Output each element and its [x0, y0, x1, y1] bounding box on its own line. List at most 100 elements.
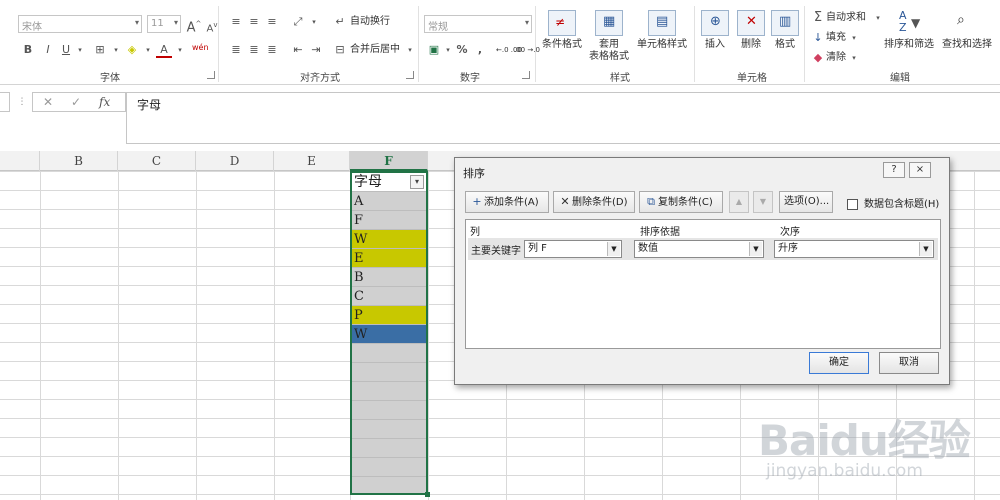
cell-f-empty[interactable] — [352, 458, 426, 477]
align-left-icon[interactable]: ≣ — [228, 42, 244, 58]
font-color-button[interactable]: A — [156, 42, 172, 58]
cell-f-value[interactable]: P — [352, 306, 426, 325]
chevron-down-icon[interactable]: ▾ — [72, 42, 88, 58]
fill-color-icon[interactable]: ◈ — [124, 42, 140, 58]
cell-f-empty[interactable] — [352, 401, 426, 420]
align-bottom-icon[interactable]: ≡ — [264, 14, 280, 30]
enter-icon[interactable]: ✓ — [71, 95, 81, 109]
cell-f-empty[interactable] — [352, 477, 426, 496]
move-up-button[interactable]: ▲ — [729, 191, 749, 213]
column-header-e[interactable]: E — [274, 151, 350, 171]
font-name-combo[interactable]: 宋体 ▾ — [18, 15, 142, 33]
format-cells-button[interactable]: ▥ 格式 — [770, 10, 800, 51]
cell-f-value[interactable]: B — [352, 268, 426, 287]
delete-cells-button[interactable]: ✕ 删除 — [734, 10, 768, 51]
cell-f-empty[interactable] — [352, 344, 426, 363]
merge-center-button[interactable]: 合并后居中 — [350, 42, 400, 58]
alignment-launcher-icon[interactable] — [406, 71, 414, 79]
column-header-c[interactable]: C — [118, 151, 196, 171]
conditional-format-button[interactable]: ≠ 条件格式 — [540, 10, 584, 51]
name-box[interactable] — [0, 92, 10, 112]
delete-level-button[interactable]: ✕ 删除条件(D) — [553, 191, 635, 213]
has-headers-checkbox[interactable]: 数据包含标题(H) — [847, 195, 939, 210]
chevron-down-icon[interactable]: ▾ — [846, 50, 862, 66]
move-down-button[interactable]: ▼ — [753, 191, 773, 213]
number-group-label: 数字 — [460, 73, 480, 84]
chevron-down-icon[interactable]: ▾ — [108, 42, 124, 58]
column-header-f[interactable]: F — [350, 151, 428, 171]
filter-dropdown-icon[interactable]: ▾ — [410, 175, 424, 189]
increase-decimal-button[interactable]: ←.0 .00 — [496, 42, 522, 58]
number-launcher-icon[interactable] — [522, 71, 530, 79]
borders-icon[interactable]: ⊞ — [92, 42, 108, 58]
sort-filter-button[interactable]: A Z ▼ 排序和筛选 — [882, 10, 936, 51]
close-button[interactable]: × — [909, 162, 931, 178]
help-button[interactable]: ? — [883, 162, 905, 178]
cancel-button[interactable]: 取消 — [879, 352, 939, 374]
cell-f-empty[interactable] — [352, 363, 426, 382]
column-header-b[interactable]: B — [40, 151, 118, 171]
wrap-text-button[interactable]: 自动换行 — [350, 14, 390, 30]
cell-f-value[interactable]: F — [352, 211, 426, 230]
align-center-icon[interactable]: ≣ — [246, 42, 262, 58]
align-middle-icon[interactable]: ≡ — [246, 14, 262, 30]
ok-button[interactable]: 确定 — [809, 352, 869, 374]
find-select-button[interactable]: ⌕ 查找和选择 — [936, 10, 998, 51]
options-button[interactable]: 选项(O)... — [779, 191, 833, 213]
bold-button[interactable]: B — [20, 42, 36, 58]
chevron-down-icon[interactable]: ▾ — [306, 14, 322, 30]
selected-column-f[interactable]: 字母 ▾ A F W E B C P W — [350, 171, 428, 495]
add-level-button[interactable]: + 添加条件(A) — [465, 191, 549, 213]
cell-f-empty[interactable] — [352, 382, 426, 401]
format-as-table-button[interactable]: ▦ 套用 表格格式 — [586, 10, 632, 63]
cell-f-value[interactable]: E — [352, 249, 426, 268]
fill-button[interactable]: 填充 — [826, 30, 846, 46]
cell-f-value[interactable]: A — [352, 192, 426, 211]
cell-styles-button[interactable]: ▤ 单元格样式 — [634, 10, 690, 51]
insert-cells-button[interactable]: ⊕ 插入 — [698, 10, 732, 51]
fill-handle[interactable] — [425, 492, 430, 497]
cell-f-header[interactable]: 字母 ▾ — [352, 173, 426, 192]
align-right-icon[interactable]: ≣ — [264, 42, 280, 58]
formula-input[interactable]: 字母 — [126, 92, 1000, 144]
cell-f-empty[interactable] — [352, 420, 426, 439]
column-header-a[interactable] — [0, 151, 40, 171]
font-launcher-icon[interactable] — [207, 71, 215, 79]
insert-function-icon[interactable]: fx — [99, 95, 110, 109]
more-options-icon[interactable]: ⋮ — [14, 94, 30, 110]
decrease-decimal-button[interactable]: .00 →.0 — [514, 42, 540, 58]
autosum-button[interactable]: 自动求和 — [826, 10, 866, 26]
cancel-icon[interactable]: ✕ — [43, 95, 53, 109]
chevron-down-icon[interactable]: ▾ — [172, 42, 188, 58]
sort-order-select[interactable]: 升序 ▼ — [774, 240, 934, 258]
align-top-icon[interactable]: ≡ — [228, 14, 244, 30]
number-format-combo[interactable]: 常规 ▾ — [424, 15, 532, 33]
decrease-indent-icon[interactable]: ⇤ — [290, 42, 306, 58]
cell-f-empty[interactable] — [352, 439, 426, 458]
watermark: Baidu经验 jingyan.baidu.com — [758, 395, 998, 495]
sort-level-row[interactable]: 主要关键字 列 F ▼ 数值 ▼ 升序 ▼ — [468, 238, 938, 260]
wrap-text-icon[interactable]: ↵ — [332, 14, 348, 30]
chevron-down-icon[interactable]: ▾ — [402, 42, 418, 58]
italic-button[interactable]: I — [40, 42, 56, 58]
font-size-combo[interactable]: 11 ▾ — [147, 15, 181, 33]
grow-font-button[interactable]: A^ — [186, 16, 202, 35]
phonetic-button[interactable]: wén — [192, 40, 209, 56]
merge-center-icon[interactable]: ⊟ — [332, 42, 348, 58]
chevron-down-icon[interactable]: ▾ — [140, 42, 156, 58]
insert-icon: ⊕ — [701, 10, 729, 36]
clear-button[interactable]: 清除 — [826, 50, 846, 66]
comma-button[interactable]: , — [472, 42, 488, 58]
checkbox-icon[interactable] — [847, 198, 858, 210]
increase-indent-icon[interactable]: ⇥ — [308, 42, 324, 58]
copy-level-button[interactable]: ⧉ 复制条件(C) — [639, 191, 723, 213]
sort-column-select[interactable]: 列 F ▼ — [524, 240, 622, 258]
column-header-d[interactable]: D — [196, 151, 274, 171]
cell-f-value[interactable]: W — [352, 325, 426, 344]
cell-f-value[interactable]: C — [352, 287, 426, 306]
chevron-down-icon[interactable]: ▾ — [846, 30, 862, 46]
percent-button[interactable]: % — [454, 42, 470, 58]
sort-on-select[interactable]: 数值 ▼ — [634, 240, 764, 258]
cell-f-value[interactable]: W — [352, 230, 426, 249]
orientation-icon[interactable]: ⤢ — [290, 14, 306, 30]
